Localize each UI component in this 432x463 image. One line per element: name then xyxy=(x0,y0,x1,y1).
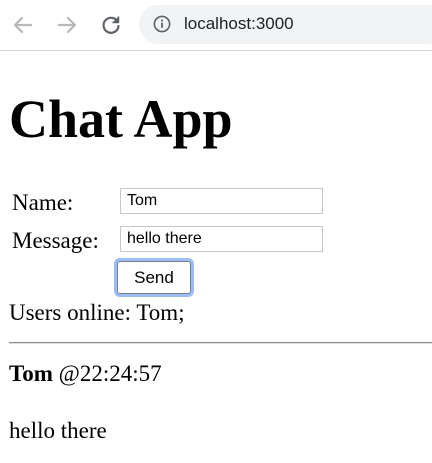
message-label: Message: xyxy=(12,228,99,253)
message-time: @22:24:57 xyxy=(58,361,162,386)
message-field[interactable] xyxy=(120,226,323,252)
address-bar[interactable]: localhost:3000 xyxy=(139,5,432,44)
forward-button[interactable] xyxy=(53,11,81,39)
divider xyxy=(9,342,432,344)
message-text: hello there xyxy=(9,418,107,443)
url-text[interactable]: localhost:3000 xyxy=(184,14,294,34)
message-header: Tom @22:24:57 xyxy=(9,360,162,388)
forward-arrow-icon xyxy=(57,16,77,34)
page-title: Chat App xyxy=(9,89,233,149)
back-button[interactable] xyxy=(9,11,37,39)
back-arrow-icon xyxy=(13,16,33,34)
reload-icon xyxy=(102,16,120,34)
reload-button[interactable] xyxy=(97,11,125,39)
users-online-label: Users online: xyxy=(9,300,132,325)
name-field[interactable] xyxy=(120,188,323,214)
name-label: Name: xyxy=(12,190,74,215)
browser-toolbar: localhost:3000 xyxy=(0,0,432,51)
send-button[interactable]: Send xyxy=(117,261,191,294)
message-user: Tom xyxy=(9,361,53,386)
info-icon[interactable] xyxy=(153,15,171,33)
users-online-value: Tom; xyxy=(136,300,185,325)
users-online: Users online: Tom; xyxy=(9,299,185,327)
